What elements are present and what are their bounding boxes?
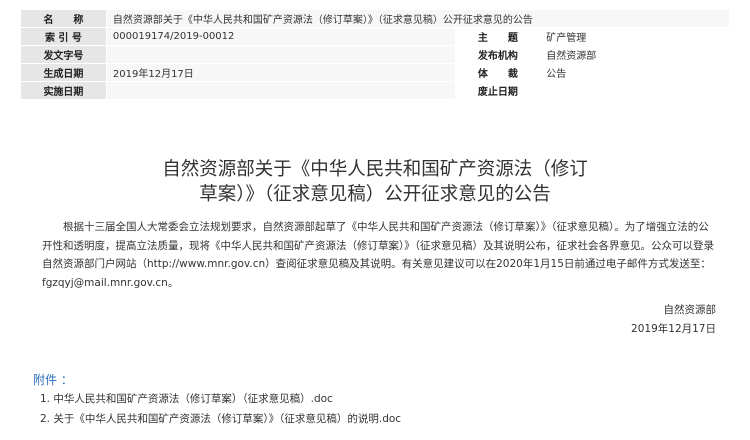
attachment-link-1[interactable]: 1. 中华人民共和国矿产资源法（修订草案）（征求意见稿）.doc (40, 389, 401, 409)
meta-label-docnum: 发文字号 (20, 45, 107, 64)
meta-label-topic: 主 题 (455, 27, 541, 46)
meta-value-docnum (105, 45, 457, 64)
announcement-body: 根据十三届全国人大常委会立法规划要求，自然资源部起草了《中华人民共和国矿产资源法… (42, 218, 714, 292)
meta-value-effective (105, 81, 457, 100)
meta-row-name: 名 称 自然资源部关于《中华人民共和国矿产资源法（修订草案）》（征求意见稿）公开… (20, 9, 731, 28)
page-title-line-2: 草案）》（征求意见稿）公开征求意见的公告 (199, 184, 551, 205)
announcement-paragraph: 根据十三届全国人大常委会立法规划要求，自然资源部起草了《中华人民共和国矿产资源法… (42, 221, 714, 289)
meta-row-docnum: 发文字号 发布机构 自然资源部 (20, 45, 730, 64)
attachment-link-2[interactable]: 2. 关于《中华人民共和国矿产资源法（修订草案）》（征求意见稿）的说明.doc (40, 409, 401, 429)
signature-date: 2019年12月17日 (631, 322, 716, 335)
meta-value-created: 2019年12月17日 (105, 63, 457, 82)
meta-value-repealed (539, 81, 730, 100)
meta-label-effective: 实施日期 (20, 81, 107, 100)
page-title: 自然资源部关于《中华人民共和国矿产资源法（修订 草案）》（征求意见稿）公开征求意… (120, 157, 630, 207)
page-title-line-1: 自然资源部关于《中华人民共和国矿产资源法（修订 (162, 159, 588, 180)
attachments-list: 1. 中华人民共和国矿产资源法（修订草案）（征求意见稿）.doc 2. 关于《中… (40, 389, 401, 429)
meta-value-publisher: 自然资源部 (539, 45, 730, 64)
meta-label-genre: 体 裁 (455, 63, 541, 82)
meta-label-publisher: 发布机构 (455, 45, 541, 64)
meta-label-name: 名 称 (20, 9, 107, 28)
document-metadata-table: 名 称 自然资源部关于《中华人民共和国矿产资源法（修订草案）》（征求意见稿）公开… (20, 9, 731, 100)
meta-row-effective: 实施日期 废止日期 (20, 81, 730, 100)
signature-block: 自然资源部 2019年12月17日 (631, 301, 716, 338)
meta-value-name: 自然资源部关于《中华人民共和国矿产资源法（修订草案）》（征求意见稿）公开征求意见… (105, 9, 731, 28)
meta-row-created: 生成日期 2019年12月17日 体 裁 公告 (20, 63, 730, 82)
meta-label-index: 索 引 号 (20, 27, 107, 46)
meta-row-index: 索 引 号 000019174/2019-00012 主 题 矿产管理 (20, 27, 730, 46)
attachments-heading: 附件 ： (33, 373, 73, 387)
meta-value-topic: 矿产管理 (539, 27, 730, 46)
meta-label-created: 生成日期 (20, 63, 107, 82)
signature-org: 自然资源部 (663, 304, 717, 316)
meta-value-genre: 公告 (539, 63, 730, 82)
meta-label-repealed: 废止日期 (455, 81, 541, 100)
meta-value-index: 000019174/2019-00012 (105, 27, 457, 46)
